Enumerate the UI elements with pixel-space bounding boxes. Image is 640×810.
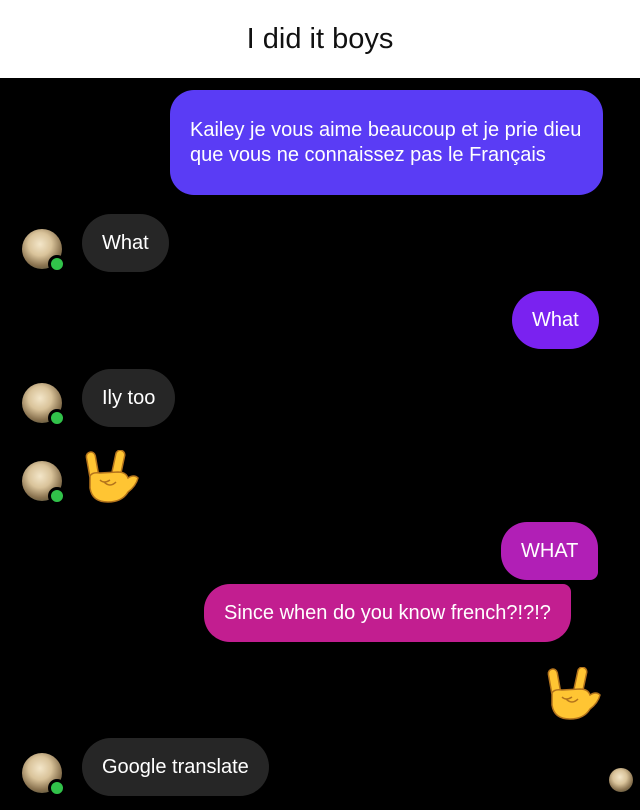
contact-avatar[interactable] [22, 461, 66, 505]
outgoing-message[interactable]: Since when do you know french?!?!? [204, 584, 571, 642]
contact-avatar[interactable] [22, 229, 66, 273]
outgoing-message[interactable]: WHAT [501, 522, 599, 580]
contact-avatar[interactable] [22, 753, 66, 797]
message-text: Google translate [102, 755, 249, 778]
message-text: WHAT [521, 539, 579, 562]
message-text: What [102, 231, 149, 254]
message-text: Ily too [102, 386, 156, 409]
sign-of-the-horns-emoji[interactable] [544, 667, 602, 723]
contact-avatar[interactable] [22, 383, 66, 427]
message-text: What [532, 308, 579, 331]
message-text: Since when do you know french?!?!? [224, 601, 551, 624]
chat-thread[interactable]: Kailey je vous aime beaucoup et je prie … [0, 78, 640, 810]
incoming-message[interactable]: Ily too [82, 369, 176, 427]
incoming-message[interactable]: What [82, 214, 169, 272]
caption-title: I did it boys [0, 0, 640, 78]
sign-of-the-horns-emoji[interactable] [82, 450, 140, 506]
outgoing-message[interactable]: What [512, 291, 599, 349]
message-text: Kailey je vous aime beaucoup et je prie … [190, 118, 582, 166]
seen-indicator-avatar [609, 768, 633, 792]
incoming-message[interactable]: Google translate [82, 738, 269, 796]
outgoing-message[interactable]: Kailey je vous aime beaucoup et je prie … [170, 90, 603, 195]
